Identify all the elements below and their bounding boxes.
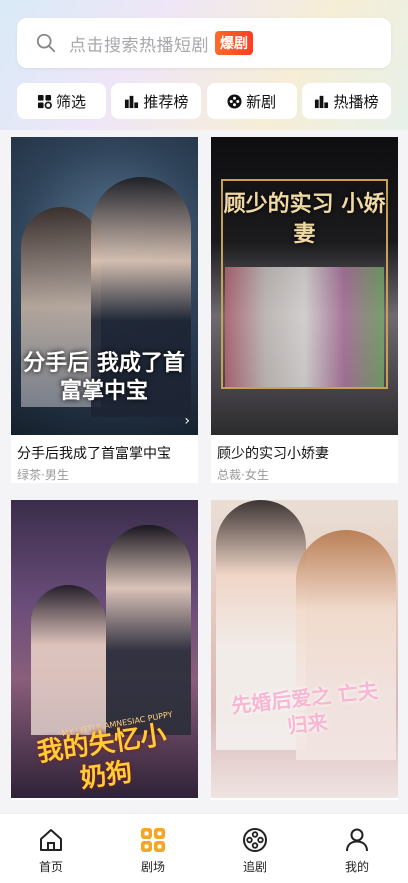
film-reel-icon	[243, 828, 267, 852]
drama-card[interactable]: 顾少的实习 小娇妻 顾少的实习小娇妻 总裁·女生	[211, 137, 398, 483]
drama-title: 分手后我成了首富掌中宝	[17, 446, 171, 462]
drama-poster: 顾少的实习 小娇妻	[211, 137, 398, 435]
user-icon	[346, 828, 368, 852]
rank-bars-icon	[125, 95, 139, 108]
new-drama-label: 新剧	[246, 92, 277, 111]
new-circle-icon	[227, 93, 242, 109]
hot-badge: 爆剧	[215, 31, 253, 55]
poster-title-text: 顾少的实习 小娇妻	[223, 191, 386, 247]
tab-theater-label: 剧场	[140, 860, 165, 874]
drama-poster: 分手后 我成了首富掌中宝 ›	[11, 137, 198, 435]
drama-card[interactable]: 分手后 我成了首富掌中宝 › 分手后我成了首富掌中宝 绿茶·男生	[11, 137, 198, 483]
filter-button[interactable]: 筛选	[17, 83, 106, 119]
hot-rank-button[interactable]: 热播榜	[301, 83, 391, 119]
hot-bars-icon	[315, 95, 329, 108]
filter-bar: 筛选 推荐榜 新剧 热播榜	[17, 83, 391, 119]
hot-rank-label: 热播榜	[333, 92, 379, 111]
filter-label: 筛选	[55, 92, 86, 111]
home-icon	[40, 829, 62, 851]
tab-me-label: 我的	[344, 860, 369, 874]
poster-figure	[31, 585, 106, 735]
tab-follow[interactable]: 追剧	[215, 814, 295, 883]
tab-home-label: 首页	[38, 860, 63, 874]
drama-poster: 先婚后爱之 亡夫归来	[211, 500, 398, 798]
drama-tags: 总裁·女生	[217, 468, 269, 482]
poster-figures	[225, 267, 384, 387]
poster-figure	[106, 525, 191, 735]
drama-title: 顾少的实习小娇妻	[217, 446, 329, 462]
new-drama-button[interactable]: 新剧	[206, 83, 297, 119]
tab-theater[interactable]: 剧场	[113, 814, 193, 883]
search-bar[interactable]: 点击搜索热播短剧 爆剧	[17, 18, 391, 68]
filter-grid-icon	[37, 94, 52, 109]
drama-tags: 绿茶·男生	[17, 468, 69, 482]
bottom-tab-bar: 首页 剧场 追剧 我的	[0, 813, 408, 883]
poster-title-text: 分手后 我成了首富掌中宝	[23, 350, 185, 404]
recommend-rank-label: 推荐榜	[143, 92, 189, 111]
search-icon	[36, 33, 56, 53]
tab-home[interactable]: 首页	[11, 814, 91, 883]
drama-card[interactable]: 先婚后爱之 亡夫归来	[211, 500, 398, 800]
search-placeholder: 点击搜索热播短剧	[69, 35, 209, 56]
theater-grid-icon	[141, 828, 165, 852]
recommend-rank-button[interactable]: 推荐榜	[111, 83, 202, 119]
tab-me[interactable]: 我的	[317, 814, 397, 883]
drama-poster: MY LITTLE AMNESIAC PUPPY 我的失忆小奶狗	[11, 500, 198, 798]
drama-card[interactable]: MY LITTLE AMNESIAC PUPPY 我的失忆小奶狗	[11, 500, 198, 800]
tab-follow-label: 追剧	[242, 860, 267, 874]
chevron-right-icon: ›	[184, 413, 190, 429]
